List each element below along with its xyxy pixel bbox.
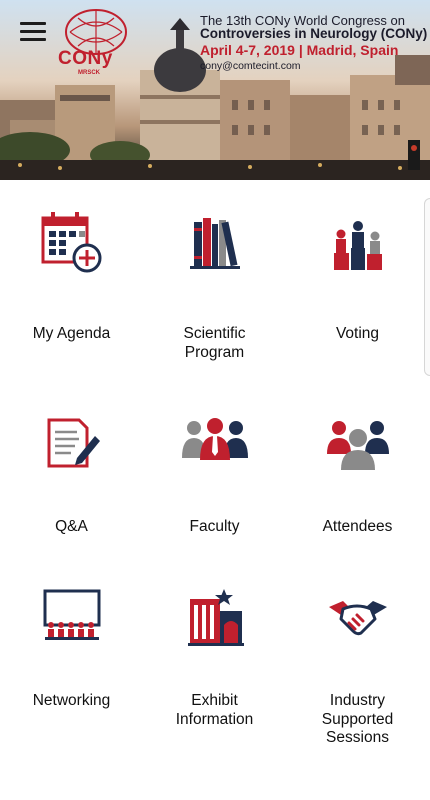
books-icon xyxy=(143,208,286,278)
podium-icon xyxy=(286,208,429,278)
congress-dates-location: April 4-7, 2019 | Madrid, Spain xyxy=(200,42,399,58)
side-scroll-indicator[interactable] xyxy=(424,198,430,376)
tile-label: Exhibit Information xyxy=(175,692,254,728)
tile-label: Scientific Program xyxy=(183,325,246,361)
presentation-audience-icon xyxy=(0,585,143,655)
hamburger-menu-icon[interactable] xyxy=(20,22,46,44)
attendees-group-icon xyxy=(286,408,429,478)
tile-label: Attendees xyxy=(322,518,393,535)
congress-email: cony@comtecint.com xyxy=(200,60,301,72)
calendar-add-icon xyxy=(0,208,143,278)
tile-label: Industry Supported Sessions xyxy=(321,692,394,746)
tile-label: My Agenda xyxy=(32,325,111,342)
tile-label: Faculty xyxy=(189,518,240,535)
handshake-icon xyxy=(286,585,429,655)
document-pen-icon xyxy=(0,408,143,478)
congress-name: Controversies in Neurology (CONy) xyxy=(200,26,428,41)
logo-text: CONy xyxy=(58,48,113,69)
logo-subtext: MRSCK xyxy=(78,70,100,76)
faculty-group-icon xyxy=(143,408,286,478)
exhibit-booth-icon xyxy=(143,585,286,655)
tile-label: Networking xyxy=(32,692,111,709)
header-banner: CONy MRSCK The 13th CONy World Congress … xyxy=(0,0,430,180)
tile-label: Voting xyxy=(335,325,380,342)
tile-label: Q&A xyxy=(55,518,88,535)
